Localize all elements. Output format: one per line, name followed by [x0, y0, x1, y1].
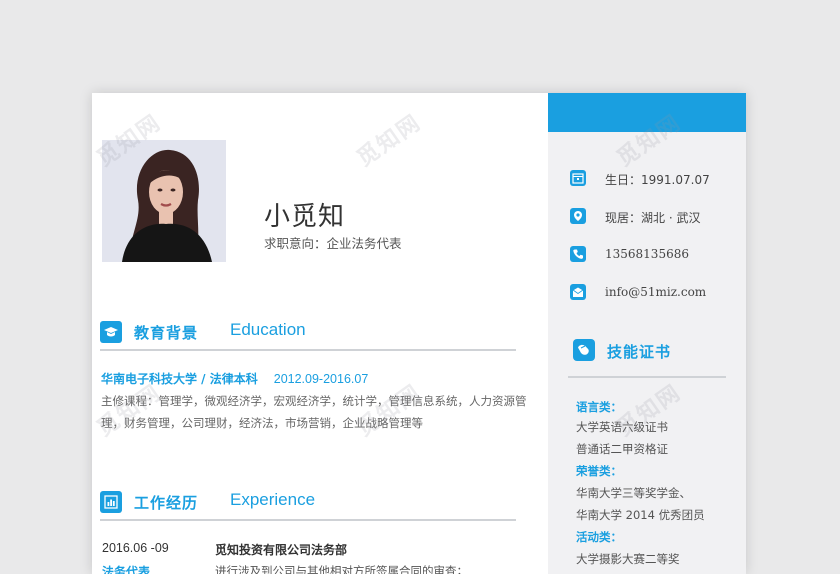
education-header: 教育背景 Education [100, 320, 520, 351]
work-divider [100, 519, 516, 521]
applicant-name: 小觅知 [264, 202, 346, 232]
skill-item: 大学英语六级证书 [576, 420, 668, 434]
resume-page: 生日：1991.07.07 现居：湖北 · 武汉 13568135686 inf… [92, 93, 746, 574]
work-position: 法务代表 [102, 565, 151, 574]
education-divider [100, 349, 516, 351]
education-title-cn: 教育背景 [134, 324, 199, 342]
work-date: 2016.06 -09 [102, 541, 169, 555]
work-header: 工作经历 Experience [100, 490, 520, 521]
contact-location-text: 现居：湖北 · 武汉 [605, 211, 701, 225]
contact-location: 现居：湖北 · 武汉 [570, 208, 740, 226]
skills-title: 技能证书 [607, 343, 672, 361]
skills-header: 技能证书 [573, 339, 733, 365]
email-icon [570, 284, 586, 300]
work-description: 进行涉及到公司与其他相对方所签属合同的审查； [215, 564, 468, 574]
sidebar: 生日：1991.07.07 现居：湖北 · 武汉 13568135686 inf… [548, 93, 746, 574]
graduation-cap-icon [100, 321, 122, 343]
contact-birthday: 生日：1991.07.07 [570, 170, 740, 188]
skill-item: 华南大学三等奖学金、 [576, 486, 691, 500]
education-courses: 主修课程：管理学，微观经济学，宏观经济学，统计学，管理信息系统，人力资源管理，财… [101, 394, 527, 430]
contact-birthday-text: 生日：1991.07.07 [605, 173, 710, 187]
profile-photo [102, 140, 226, 262]
bar-chart-icon [100, 491, 122, 513]
calendar-icon [570, 170, 586, 186]
skill-item: 华南大学 2014 优秀团员 [576, 508, 705, 522]
skill-category-activity: 活动类： [576, 530, 622, 544]
job-intent: 求职意向：企业法务代表 [264, 236, 402, 251]
education-entry: 华南电子科技大学 / 法律本科 2012.09-2016.07 [101, 370, 368, 387]
skill-category-language: 语言类： [576, 400, 622, 414]
contact-email-text: info@51miz.com [605, 285, 707, 299]
watermark: 觅知网 [352, 110, 427, 172]
education-school: 华南电子科技大学 / 法律本科 [101, 372, 258, 386]
work-title-en: Experience [230, 490, 316, 509]
location-icon [570, 208, 586, 224]
education-date: 2012.09-2016.07 [273, 372, 369, 386]
sidebar-top-bar [548, 93, 746, 132]
mouse-icon [573, 339, 595, 361]
contact-phone-text: 13568135686 [605, 247, 689, 261]
contact-phone: 13568135686 [570, 246, 740, 264]
skill-category-honor: 荣誉类： [576, 464, 622, 478]
work-company: 觅知投资有限公司法务部 [215, 543, 348, 557]
education-title-en: Education [230, 320, 306, 339]
skill-item: 大学摄影大赛二等奖 [576, 552, 680, 566]
phone-icon [570, 246, 586, 262]
skill-item: 普通话二甲资格证 [576, 442, 668, 456]
contact-email: info@51miz.com [570, 284, 740, 302]
work-title-cn: 工作经历 [134, 494, 199, 512]
skills-divider [568, 376, 726, 378]
